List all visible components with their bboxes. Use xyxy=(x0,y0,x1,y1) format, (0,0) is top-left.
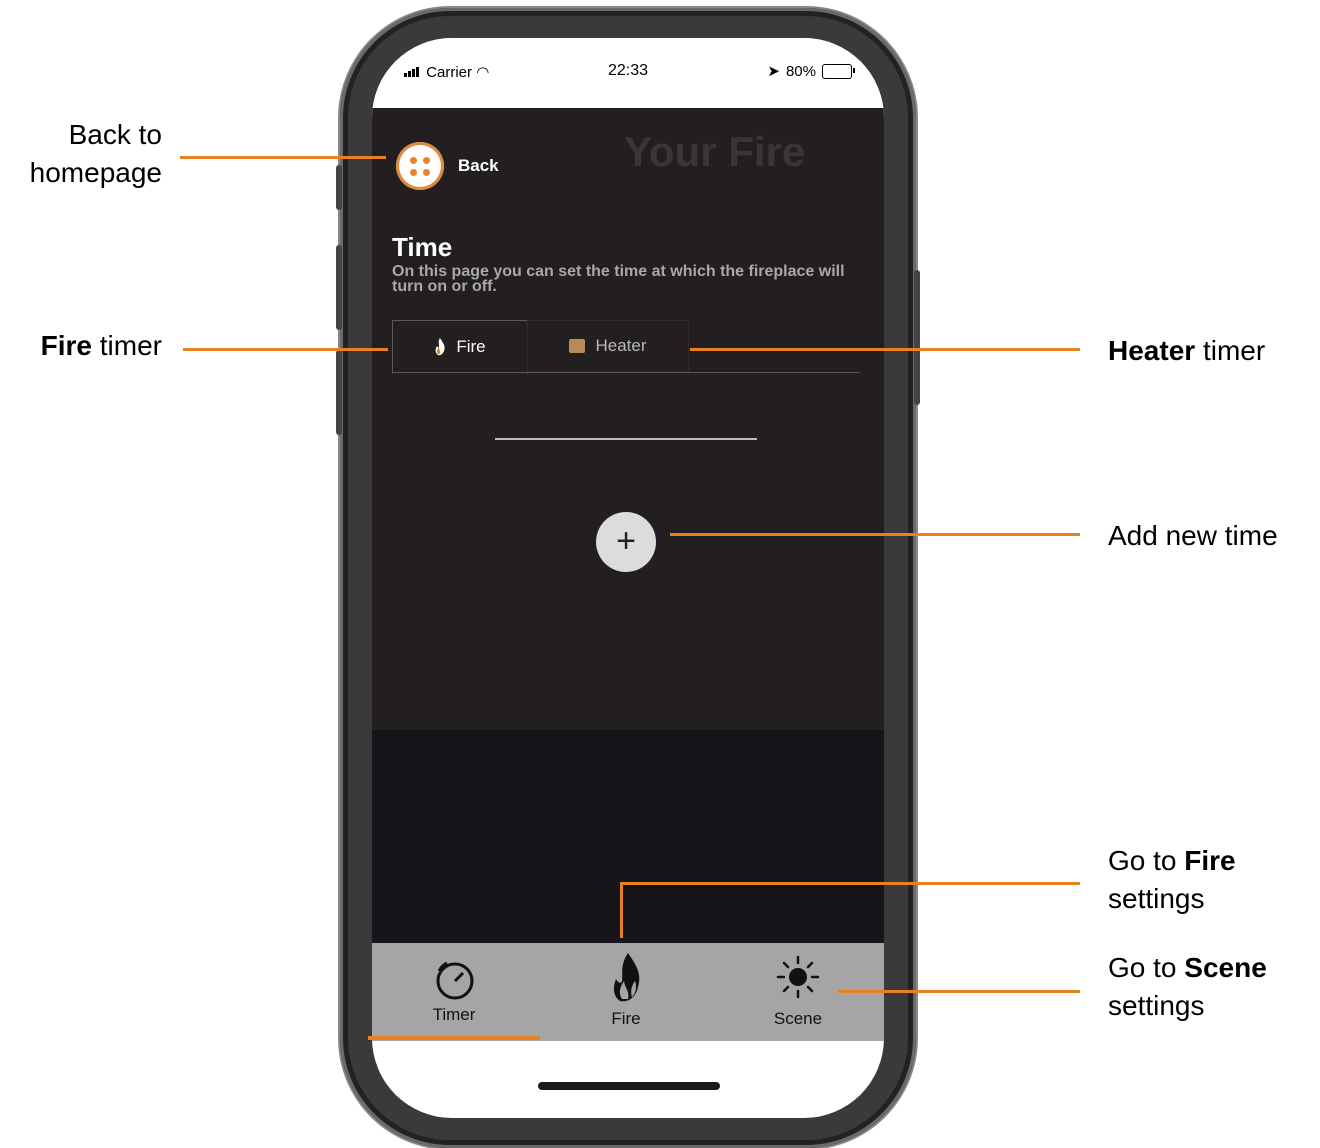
annotation-line-heater-timer xyxy=(690,348,1080,351)
annotation-line-go-scene xyxy=(838,990,1080,993)
annotation-heater-timer-bold: Heater xyxy=(1108,335,1196,366)
watermark-title: Your Fire xyxy=(624,128,806,175)
location-arrow-icon: ➤ xyxy=(767,63,780,80)
annotation-add-time: Add new time xyxy=(1108,520,1278,551)
annotation-go-fire-bold: Fire xyxy=(1184,845,1236,876)
tab-fire-label: Fire xyxy=(456,337,486,356)
add-time-button[interactable]: + xyxy=(596,512,656,572)
tab-heater-label: Heater xyxy=(595,336,647,355)
tabbar-label-fire: Fire xyxy=(611,1009,641,1028)
page-description: On this page you can set the time at whi… xyxy=(392,263,845,295)
phone-screen: Carrier ◠ 22:33 ➤ 80% Your Fire Back Tim… xyxy=(372,38,884,1118)
bottom-tab-bar: Timer Fire Scene xyxy=(372,943,884,1041)
tabbar-label-timer: Timer xyxy=(432,1005,476,1024)
dots-menu-icon xyxy=(396,142,444,190)
battery-icon xyxy=(822,63,855,79)
tabbar-label-scene: Scene xyxy=(773,1009,823,1028)
tabbar-item-timer[interactable]: Timer xyxy=(372,943,540,1041)
annotation-line-back xyxy=(180,156,386,159)
status-bar: Carrier ◠ 22:33 ➤ 80% xyxy=(372,38,884,108)
battery-percent: 80% xyxy=(785,62,816,80)
back-label: Back xyxy=(458,156,499,175)
flame-icon xyxy=(613,953,640,1002)
annotation-heater-timer: Heater timer xyxy=(1108,332,1265,370)
phone-side-button xyxy=(336,165,342,210)
flame-icon xyxy=(435,338,446,356)
phone-power-button xyxy=(914,270,920,405)
annotation-go-fire-line2: settings xyxy=(1108,883,1205,914)
back-button[interactable]: Back xyxy=(396,142,499,190)
tab-fire[interactable]: Fire xyxy=(392,320,528,374)
page-title: Time xyxy=(392,232,453,262)
phone-volume-down-button xyxy=(336,350,342,435)
heater-icon xyxy=(569,339,586,353)
annotation-fire-timer: Fire timer xyxy=(0,327,162,365)
phone-volume-up-button xyxy=(336,245,342,330)
annotation-fire-timer-rest: timer xyxy=(92,330,162,361)
annotation-heater-timer-rest: timer xyxy=(1195,335,1266,366)
annotation-line-go-fire-h xyxy=(620,882,1080,885)
sun-icon xyxy=(776,955,820,999)
app-content: Your Fire Back Time On this page you can… xyxy=(372,108,884,943)
tab-heater[interactable]: Heater xyxy=(527,320,689,372)
time-list-divider xyxy=(495,438,757,440)
annotation-back: Back to homepage xyxy=(0,116,162,192)
active-tab-indicator xyxy=(368,1036,540,1040)
annotation-line-add-time xyxy=(670,533,1080,536)
annotation-go-fire: Go to Fire settings xyxy=(1108,842,1236,918)
annotation-line-go-fire-v xyxy=(620,882,623,938)
home-indicator xyxy=(538,1082,720,1090)
annotation-back-line1: Back to xyxy=(68,119,162,150)
timer-tabs: Fire Heater xyxy=(392,320,860,374)
timer-icon xyxy=(436,961,474,1000)
annotation-go-scene-line2: settings xyxy=(1108,990,1205,1021)
annotation-go-fire-pre: Go to xyxy=(1108,845,1185,876)
annotation-fire-timer-bold: Fire xyxy=(40,330,92,361)
annotation-go-scene: Go to Scene settings xyxy=(1108,949,1267,1025)
annotation-back-line2: homepage xyxy=(29,157,162,188)
annotation-go-scene-pre: Go to xyxy=(1108,952,1185,983)
annotation-line-fire-timer xyxy=(183,348,388,351)
tabbar-item-fire[interactable]: Fire xyxy=(540,943,712,1041)
annotation-go-scene-bold: Scene xyxy=(1184,952,1267,983)
battery-indicator: ➤ 80% xyxy=(767,62,855,80)
app-lower-area xyxy=(372,730,884,943)
